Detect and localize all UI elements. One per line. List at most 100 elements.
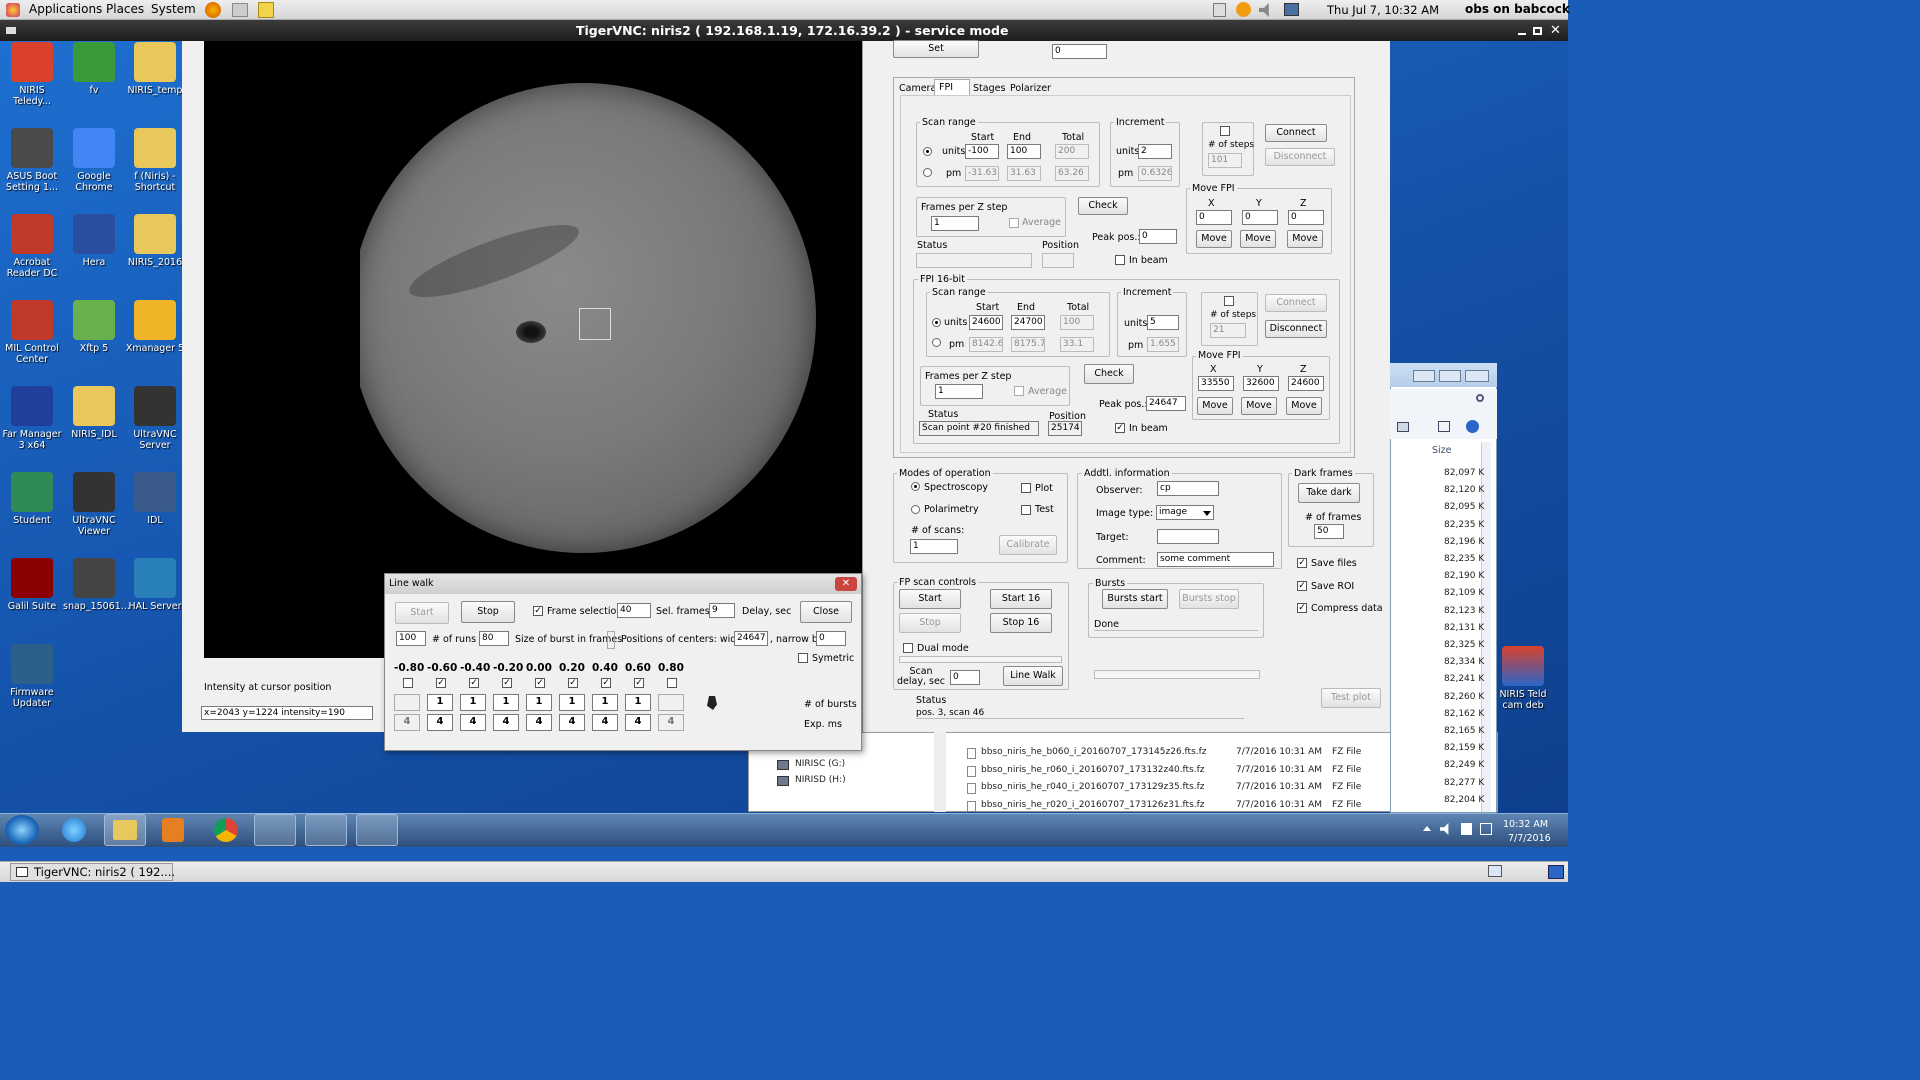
desktop-icon-niris-temp[interactable]: NIRIS_temp [124,42,186,96]
line-walk-button[interactable]: Line Walk [1003,666,1063,686]
tray-network-icon[interactable] [1480,823,1492,835]
comment-field[interactable]: some comment [1157,552,1274,567]
desktop-icon-mil-control-center[interactable]: MIL Control Center [1,300,63,365]
desktop-icon-firmware-updater[interactable]: Firmware Updater [1,644,63,709]
firefox-launcher-icon[interactable] [205,2,221,18]
wide-band-field[interactable]: 24647 [734,631,768,646]
dark-frames-count-field[interactable]: 50 [1314,524,1344,539]
tab-stages[interactable]: Stages [973,83,1005,94]
explorer-nav-scrollbar[interactable] [934,732,946,812]
tab-fpi[interactable]: FPI [939,82,953,93]
offset-checkbox[interactable]: ✓ [535,678,545,688]
desktop-icon-hera[interactable]: Hera [63,214,125,268]
explorer-help-icon[interactable] [1466,420,1479,433]
fpi-check-button[interactable]: Check [1078,197,1128,215]
vnc-maximize-icon[interactable] [1533,27,1542,35]
desktop-icon-snap-15061[interactable]: snap_15061... [63,558,130,612]
file-name[interactable]: bbso_niris_he_r040_i_20160707_173129z35.… [981,782,1205,792]
bursts-start-button[interactable]: Bursts start [1102,589,1168,609]
fpi-inc-units[interactable]: 2 [1138,144,1172,159]
desktop-icon-xmanager-5[interactable]: Xmanager 5 [124,300,186,354]
fpi-move-x-field[interactable]: 0 [1196,210,1232,225]
notes-launcher-icon[interactable] [258,2,274,18]
top-user[interactable]: obs on babcock [1465,2,1570,16]
tab-polarizer[interactable]: Polarizer [1010,83,1051,94]
fpi16-inbeam-checkbox[interactable]: ✓ [1115,423,1125,433]
fpi16-move-z-button[interactable]: Move [1286,397,1322,415]
runs-field[interactable]: 100 [396,631,426,646]
narrow-band-field[interactable]: 0 [816,631,846,646]
exposure-field[interactable]: 4 [493,714,519,731]
app-taskbar-icon-1[interactable] [254,814,296,846]
scan-delay-field[interactable]: 0 [950,670,980,685]
explorer-drive-item[interactable]: NIRISC (G:) [795,759,845,769]
desktop-icon-far-manager-3-x64[interactable]: Far Manager 3 x64 [1,386,63,451]
workspace-icon[interactable] [1548,865,1564,879]
fpi-disconnect-button[interactable]: Disconnect [1265,148,1335,166]
desktop-icon-niris-teld[interactable]: NIRIS Teld cam deb [1492,646,1554,711]
network-icon[interactable] [1284,3,1299,16]
fpi-pm-radio[interactable] [923,168,932,177]
burst-size-field[interactable]: 80 [479,631,509,646]
menu-places[interactable]: Places [106,2,144,16]
observer-field[interactable]: cp [1157,481,1219,496]
win-clock-date[interactable]: 7/7/2016 [1508,833,1551,844]
desktop-icon-galil-suite[interactable]: Galil Suite [1,558,63,612]
fpi-peak-field[interactable]: 0 [1139,229,1177,244]
offset-checkbox[interactable] [403,678,413,688]
fpi16-connect-button[interactable]: Connect [1265,294,1327,312]
file-name[interactable]: bbso_niris_he_r020_i_20160707_173126z31.… [981,800,1205,810]
bursts-count-field[interactable]: 1 [460,694,486,711]
set-button[interactable]: Set [893,40,979,58]
fpi16-disconnect-button[interactable]: Disconnect [1265,320,1327,338]
fpi16-steps-checkbox[interactable] [1224,296,1234,306]
offset-checkbox[interactable]: ✓ [634,678,644,688]
spectroscopy-radio[interactable] [911,482,920,491]
compress-checkbox[interactable]: ✓ [1297,603,1307,613]
fpi16-check-button[interactable]: Check [1084,364,1134,384]
bursts-count-field[interactable] [658,694,684,711]
vnc-close-icon[interactable]: ✕ [1550,23,1561,38]
fpi-steps-checkbox[interactable] [1220,126,1230,136]
exposure-field[interactable]: 4 [625,714,651,731]
fpi-move-x-button[interactable]: Move [1196,230,1232,248]
desktop-icon-niris-idl[interactable]: NIRIS_IDL [63,386,125,440]
weather-icon[interactable] [1236,2,1251,17]
desktop-icon-google-chrome[interactable]: Google Chrome [63,128,125,193]
offset-checkbox[interactable]: ✓ [436,678,446,688]
fp-start16-button[interactable]: Start 16 [990,589,1052,609]
desktop-icon-niris-teledy[interactable]: NIRIS Teledy... [1,42,63,107]
file-name[interactable]: bbso_niris_he_b060_i_20160707_173145z26.… [981,747,1207,757]
linewalk-close-icon[interactable]: ✕ [835,577,857,591]
fpi-move-y-field[interactable]: 0 [1242,210,1278,225]
bursts-count-field[interactable]: 1 [427,694,453,711]
offset-checkbox[interactable]: ✓ [568,678,578,688]
fpi16-units-radio[interactable] [932,318,941,327]
offset-checkbox[interactable]: ✓ [502,678,512,688]
polarimetry-radio[interactable] [911,505,920,514]
fp-stop-button[interactable]: Stop [899,613,961,633]
fpi16-move-y-button[interactable]: Move [1241,397,1277,415]
test-checkbox[interactable] [1021,505,1031,515]
show-desktop-icon[interactable] [1488,865,1502,877]
desktop-icon-f-niris-shortcut[interactable]: f (Niris) - Shortcut [124,128,186,193]
explorer-pane-icon[interactable] [1438,421,1450,432]
bursts-count-field[interactable]: 1 [559,694,585,711]
fpi16-units-start[interactable]: 24600 [969,315,1003,330]
explorer-size-header[interactable]: Size [1432,445,1452,456]
fpi-units-radio[interactable] [923,147,932,156]
bursts-stop-button[interactable]: Bursts stop [1179,589,1239,609]
exposure-field[interactable]: 4 [394,714,420,731]
fpi16-inc-units[interactable]: 5 [1147,315,1179,330]
fpi16-units-end[interactable]: 24700 [1011,315,1045,330]
desktop-icon-ultravnc-server[interactable]: UltraVNC Server [124,386,186,451]
test-plot-button[interactable]: Test plot [1321,688,1381,708]
fpi16-move-x-field[interactable]: 33550 [1198,376,1234,391]
roi-box[interactable] [579,308,611,340]
desktop-icon-niris-2016[interactable]: NIRIS_2016 [124,214,186,268]
offset-checkbox[interactable]: ✓ [469,678,479,688]
frame-selection-checkbox[interactable]: ✓ [533,606,543,616]
win-start-icon[interactable] [5,815,39,845]
fpi16-average-checkbox[interactable] [1014,386,1024,396]
fpi16-move-y-field[interactable]: 32600 [1243,376,1279,391]
